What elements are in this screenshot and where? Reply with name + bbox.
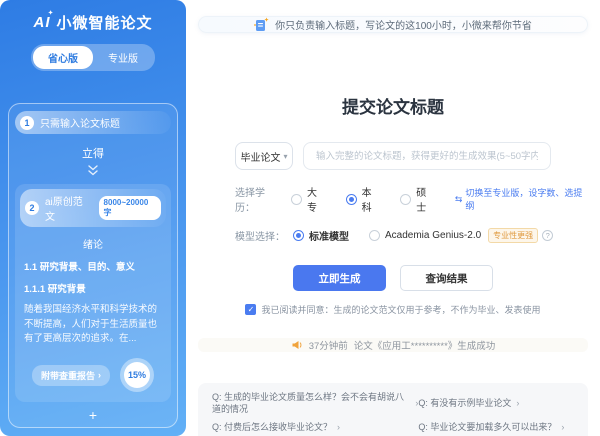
step2-number: 2 bbox=[25, 201, 39, 215]
document-sparkle-icon bbox=[254, 17, 269, 32]
step1-number: 1 bbox=[20, 116, 34, 130]
paper-title-input[interactable] bbox=[303, 142, 551, 170]
faq-link-receive[interactable]: Q: 付费后怎么接收毕业论文？› bbox=[212, 421, 418, 433]
similarity-ring: 15% bbox=[120, 358, 154, 392]
notice-time: 37分钟前 bbox=[309, 338, 348, 352]
swap-icon: ⇆ bbox=[455, 194, 463, 205]
agreement-checkbox[interactable] bbox=[245, 304, 256, 315]
banner-text: 你只负责输入标题，写论文的这100小时，小微来帮你节省 bbox=[275, 17, 532, 32]
arrow-right-icon: › bbox=[516, 397, 519, 409]
similarity-percent: 15% bbox=[124, 362, 150, 388]
faq-panel: Q: 生成的毕业论文质量怎么样？会不会有胡说八道的情况› Q: 有没有示例毕业论… bbox=[198, 383, 588, 436]
model-label: 模型选择： bbox=[235, 228, 285, 243]
double-chevron-down-icon bbox=[86, 165, 100, 176]
pro-quality-badge: 专业性更强 bbox=[488, 228, 538, 243]
radio-icon bbox=[369, 230, 380, 241]
word-count-badge: 8000~20000字 bbox=[99, 196, 161, 220]
paper-type-select[interactable]: 毕业论文 ▾ bbox=[235, 142, 293, 170]
sample-section-title: 绪论 bbox=[20, 236, 166, 251]
megaphone-icon bbox=[291, 339, 303, 351]
radio-degree-bachelor[interactable]: 本科 bbox=[346, 184, 381, 214]
step2-header: 2 ai原创范文 8000~20000字 bbox=[20, 189, 166, 227]
notice-message: 论文《应用工**********》生成成功 bbox=[354, 338, 495, 352]
instant-text: 立得 bbox=[15, 145, 171, 161]
radio-checked-icon bbox=[293, 230, 304, 241]
arrow-right-icon: › bbox=[98, 370, 101, 380]
arrow-right-icon: › bbox=[561, 421, 564, 433]
generate-button[interactable]: 立即生成 bbox=[293, 265, 386, 291]
page-title: 提交论文标题 bbox=[198, 93, 588, 118]
step1-label: 只需输入论文标题 bbox=[40, 115, 120, 130]
notice-bar: 37分钟前 论文《应用工**********》生成成功 bbox=[198, 338, 588, 352]
radio-icon bbox=[400, 194, 411, 205]
tab-pro-edition[interactable]: 专业版 bbox=[93, 46, 153, 69]
agreement-row: 我已阅读并同意：生成的论文范文仅用于参考，不作为毕业、发表使用 bbox=[198, 303, 588, 316]
agreement-text: 我已阅读并同意：生成的论文范文仅用于参考，不作为毕业、发表使用 bbox=[261, 303, 540, 316]
edition-tabs: 省心版 专业版 bbox=[31, 44, 155, 71]
step2-label: ai原创范文 bbox=[45, 193, 93, 223]
step1-header: 1 只需输入论文标题 bbox=[15, 111, 171, 134]
radio-checked-icon bbox=[346, 194, 357, 205]
sample-outline-2: 1.1.1 研究背景 bbox=[24, 281, 162, 295]
radio-degree-college[interactable]: 大专 bbox=[291, 184, 326, 214]
report-row: 附带查重报告› 15% bbox=[20, 358, 166, 392]
top-banner: 你只负责输入标题，写论文的这100小时，小微来帮你节省 bbox=[198, 16, 588, 33]
sample-outline-1: 1.1 研究背景、目的、意义 bbox=[24, 259, 162, 273]
degree-label: 选择学历： bbox=[235, 184, 283, 214]
ai-logo-icon: AI✦ bbox=[33, 14, 50, 31]
main-panel: 你只负责输入标题，写论文的这100小时，小微来帮你节省 提交论文标题 毕业论文 … bbox=[186, 0, 600, 436]
title-form-row: 毕业论文 ▾ bbox=[235, 142, 551, 170]
faq-link-loading-time[interactable]: Q: 毕业论文要加载多久可以出来？› bbox=[418, 421, 574, 433]
tab-basic-edition[interactable]: 省心版 bbox=[33, 46, 93, 69]
query-result-button[interactable]: 查询结果 bbox=[400, 265, 493, 291]
app-logo: AI✦ 小微智能论文 bbox=[8, 12, 178, 33]
step2-card: 2 ai原创范文 8000~20000字 绪论 1.1 研究背景、目的、意义 1… bbox=[15, 184, 171, 402]
radio-degree-master[interactable]: 硕士 bbox=[400, 184, 435, 214]
plus-icon: + bbox=[15, 407, 171, 423]
app-title: 小微智能论文 bbox=[56, 12, 152, 33]
radio-model-genius[interactable]: Academia Genius-2.0 专业性更强 bbox=[369, 228, 538, 243]
similarity-report-button[interactable]: 附带查重报告› bbox=[32, 365, 110, 386]
faq-link-sample[interactable]: Q: 有没有示例毕业论文› bbox=[418, 391, 574, 415]
steps-panel: 1 只需输入论文标题 立得 2 ai原创范文 8000~20000字 绪论 1.… bbox=[8, 103, 178, 428]
sparkle-icon: ✦ bbox=[48, 9, 55, 17]
switch-to-pro-link[interactable]: ⇆ 切换至专业版，设字数、选提纲 bbox=[455, 186, 586, 212]
question-circle-icon[interactable]: ? bbox=[542, 230, 553, 241]
action-buttons: 立即生成 查询结果 bbox=[198, 265, 588, 291]
arrow-right-icon: › bbox=[337, 421, 340, 433]
model-row: 模型选择： 标准模型 Academia Genius-2.0 专业性更强 ? bbox=[235, 228, 588, 243]
radio-icon bbox=[291, 194, 302, 205]
faq-link-quality[interactable]: Q: 生成的毕业论文质量怎么样？会不会有胡说八道的情况› bbox=[212, 391, 418, 415]
radio-model-standard[interactable]: 标准模型 bbox=[293, 228, 349, 243]
sample-paragraph: 随着我国经济水平和科学技术的不断提高，人们对于生活质量也有了更高层次的追求。在.… bbox=[24, 303, 162, 347]
chevron-down-icon: ▾ bbox=[283, 152, 287, 161]
degree-row: 选择学历： 大专 本科 硕士 ⇆ 切换至专业版，设字数、选提纲 bbox=[235, 184, 588, 214]
sidebar: AI✦ 小微智能论文 省心版 专业版 1 只需输入论文标题 立得 2 ai原创范… bbox=[0, 0, 186, 436]
